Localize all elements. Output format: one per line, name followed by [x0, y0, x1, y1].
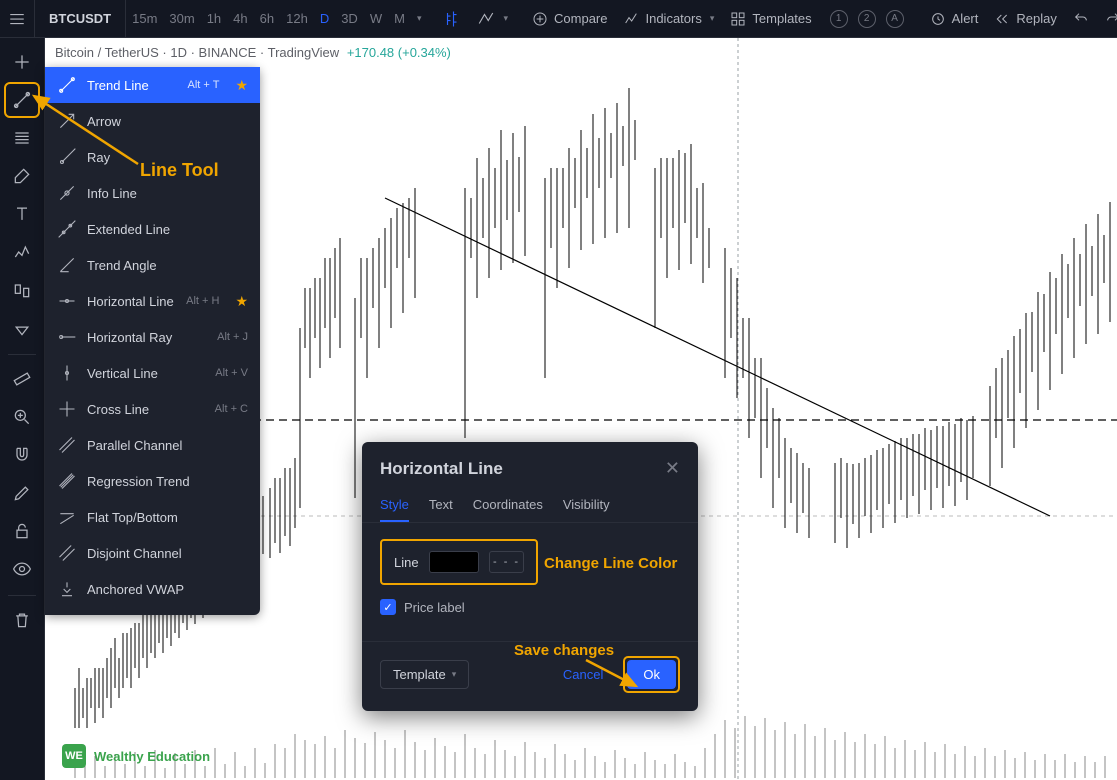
- layout-2[interactable]: 2: [858, 10, 876, 28]
- layouts: 1 2 A: [820, 0, 914, 38]
- interval-m[interactable]: M: [388, 0, 411, 38]
- tab-visibility[interactable]: Visibility: [563, 489, 610, 522]
- interval-list: 15m 30m 1h 4h 6h 12h D 3D W M ▾: [126, 0, 427, 38]
- magnet-tool[interactable]: [4, 437, 40, 473]
- price-change: +170.48 (+0.34%): [347, 45, 451, 60]
- alert-button[interactable]: Alert: [922, 0, 987, 38]
- tab-text[interactable]: Text: [429, 489, 453, 522]
- flyout-trend-angle[interactable]: Trend Angle: [45, 247, 260, 283]
- interval-1h[interactable]: 1h: [201, 0, 227, 38]
- tab-coordinates[interactable]: Coordinates: [473, 489, 543, 522]
- interval-4h[interactable]: 4h: [227, 0, 253, 38]
- annotation-line-tool: Line Tool: [140, 160, 219, 181]
- text-tool[interactable]: [4, 196, 40, 232]
- symbol-info: Bitcoin / TetherUS · 1D · BINANCE · Trad…: [55, 45, 451, 60]
- replay-button[interactable]: Replay: [986, 0, 1064, 38]
- eye-tool[interactable]: [4, 551, 40, 587]
- annotation-change-color: Change Line Color: [544, 555, 677, 572]
- layout-1[interactable]: 1: [830, 10, 848, 28]
- interval-15m[interactable]: 15m: [126, 0, 163, 38]
- pattern-tool[interactable]: [4, 234, 40, 270]
- flyout-cross-line[interactable]: Cross LineAlt + C: [45, 391, 260, 427]
- chart-style-button[interactable]: [435, 0, 469, 38]
- flyout-anchored-vwap[interactable]: Anchored VWAP: [45, 571, 260, 607]
- flyout-horizontal-line[interactable]: Horizontal LineAlt + H★: [45, 283, 260, 319]
- symbol-button[interactable]: BTCUSDT: [35, 0, 126, 38]
- trash-tool[interactable]: [4, 602, 40, 638]
- cursor-tool[interactable]: [4, 44, 40, 80]
- edit-icon[interactable]: [4, 475, 40, 511]
- interval-dropdown[interactable]: ▾: [411, 0, 428, 38]
- color-swatch[interactable]: [429, 551, 479, 573]
- flyout-vertical-line[interactable]: Vertical LineAlt + V: [45, 355, 260, 391]
- annotation-arrow-2: [582, 656, 652, 696]
- brand-badge: WE: [62, 744, 86, 768]
- menu-button[interactable]: [0, 0, 35, 38]
- flyout-disjoint-channel[interactable]: Disjoint Channel: [45, 535, 260, 571]
- brand-name: Wealthy Education: [94, 749, 210, 764]
- template-button[interactable]: Template: [380, 660, 469, 689]
- interval-w[interactable]: W: [364, 0, 388, 38]
- undo-button[interactable]: [1065, 0, 1097, 38]
- compare-button[interactable]: Compare: [524, 0, 615, 38]
- interval-12h[interactable]: 12h: [280, 0, 314, 38]
- indicators-button[interactable]: Indicators: [615, 0, 722, 38]
- interval-3d[interactable]: 3D: [335, 0, 364, 38]
- star-icon: ★: [235, 77, 248, 94]
- flyout-regression-trend[interactable]: Regression Trend: [45, 463, 260, 499]
- flyout-extended-line[interactable]: Extended Line: [45, 211, 260, 247]
- drawings-button[interactable]: [469, 0, 516, 38]
- line-label: Line: [394, 555, 419, 570]
- ruler-tool[interactable]: [4, 361, 40, 397]
- price-label-checkbox[interactable]: ✓: [380, 599, 396, 615]
- annotation-arrow-1: [26, 88, 146, 168]
- lock-tool[interactable]: [4, 513, 40, 549]
- zoom-tool[interactable]: [4, 399, 40, 435]
- close-icon[interactable]: ✕: [665, 458, 680, 479]
- line-style-row: Line - - -: [380, 539, 538, 585]
- down-icon[interactable]: [4, 310, 40, 346]
- layout-a[interactable]: A: [886, 10, 904, 28]
- interval-6h[interactable]: 6h: [254, 0, 280, 38]
- templates-button[interactable]: Templates: [722, 0, 819, 38]
- redo-button[interactable]: [1097, 0, 1117, 38]
- top-bar: BTCUSDT 15m 30m 1h 4h 6h 12h D 3D W M ▾ …: [0, 0, 1117, 38]
- price-label-text: Price label: [404, 600, 465, 615]
- annotation-save: Save changes: [514, 642, 614, 659]
- line-style-select[interactable]: - - -: [489, 551, 524, 573]
- flyout-horizontal-ray[interactable]: Horizontal RayAlt + J: [45, 319, 260, 355]
- brand-watermark: WE Wealthy Education: [62, 744, 210, 768]
- flyout-parallel-channel[interactable]: Parallel Channel: [45, 427, 260, 463]
- interval-d[interactable]: D: [314, 0, 335, 38]
- forecast-tool[interactable]: [4, 272, 40, 308]
- flyout-flat-top-bottom[interactable]: Flat Top/Bottom: [45, 499, 260, 535]
- star-icon: ★: [235, 293, 248, 310]
- tab-style[interactable]: Style: [380, 489, 409, 522]
- interval-30m[interactable]: 30m: [163, 0, 200, 38]
- dialog-title: Horizontal Line: [380, 459, 503, 479]
- dialog-tabs: Style Text Coordinates Visibility: [362, 489, 698, 523]
